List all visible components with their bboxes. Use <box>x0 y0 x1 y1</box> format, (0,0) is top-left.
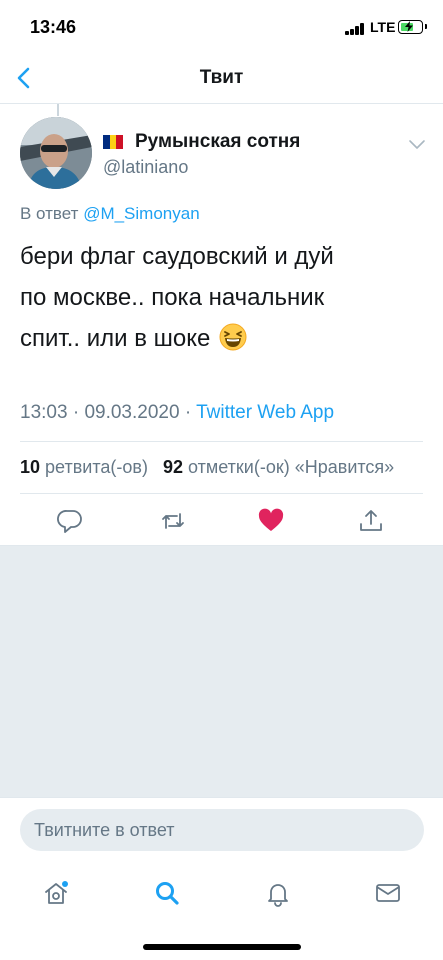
search-icon[interactable] <box>153 879 181 907</box>
reply-prefix: В ответ <box>20 204 79 223</box>
tweet-meta: 13:03 · 09.03.2020 · Twitter Web App <box>20 402 334 424</box>
retweet-icon[interactable] <box>160 508 186 534</box>
network-type: LTE <box>370 19 396 35</box>
home-indicator <box>143 944 301 950</box>
home-icon[interactable] <box>42 879 70 907</box>
reply-bar: Твитните в ответ <box>0 797 443 862</box>
share-icon[interactable] <box>358 508 384 534</box>
tweet-text-line: бери флаг саудовский и дуй <box>20 243 334 270</box>
messages-icon[interactable] <box>374 879 402 907</box>
author-handle[interactable]: @latiniano <box>103 157 188 178</box>
retweets-stat[interactable]: 10 ретвита(-ов) <box>20 457 148 477</box>
divider <box>20 493 423 494</box>
notifications-icon[interactable] <box>264 879 292 907</box>
empty-replies-area <box>0 545 443 797</box>
nav-header: Твит <box>0 52 443 104</box>
like-heart-icon[interactable] <box>258 508 284 534</box>
reply-input[interactable]: Твитните в ответ <box>20 809 424 851</box>
tweet-text-line: спит.. или в шоке <box>20 318 420 359</box>
meta-separator: · <box>184 402 192 423</box>
tweet-date: 09.03.2020 <box>84 402 180 423</box>
tweet-actions <box>0 500 443 544</box>
laughing-emoji-icon <box>219 323 247 351</box>
author-name[interactable]: Румынская сотня <box>135 131 300 153</box>
avatar[interactable] <box>20 117 92 189</box>
author-name-row[interactable]: Румынская сотня <box>103 131 300 153</box>
reply-to-link[interactable]: @M_Simonyan <box>83 204 199 223</box>
reply-context: В ответ @M_Simonyan <box>20 204 200 224</box>
meta-separator: · <box>72 402 80 423</box>
tweet-time: 13:03 <box>20 402 68 423</box>
tweet-stats: 10 ретвита(-ов) 92 отметки(-ок) «Нравитс… <box>20 457 443 478</box>
romania-flag-icon <box>103 135 124 149</box>
divider <box>20 441 423 442</box>
status-bar: 13:46 LTE <box>0 0 443 52</box>
page-title: Твит <box>199 67 244 88</box>
status-time: 13:46 <box>30 17 77 37</box>
chevron-down-icon[interactable] <box>408 138 426 150</box>
tweet-text: бери флаг саудовский и дуй по москве.. п… <box>20 236 420 359</box>
battery-icon <box>398 20 427 34</box>
thread-connector-line <box>57 104 59 116</box>
likes-stat[interactable]: 92 отметки(-ок) «Нравится» <box>163 457 394 477</box>
signal-icon <box>345 23 365 35</box>
tweet-source-link[interactable]: Twitter Web App <box>196 402 334 423</box>
tweet-text-line: по москве.. пока начальник <box>20 284 325 311</box>
reply-icon[interactable] <box>57 508 83 534</box>
